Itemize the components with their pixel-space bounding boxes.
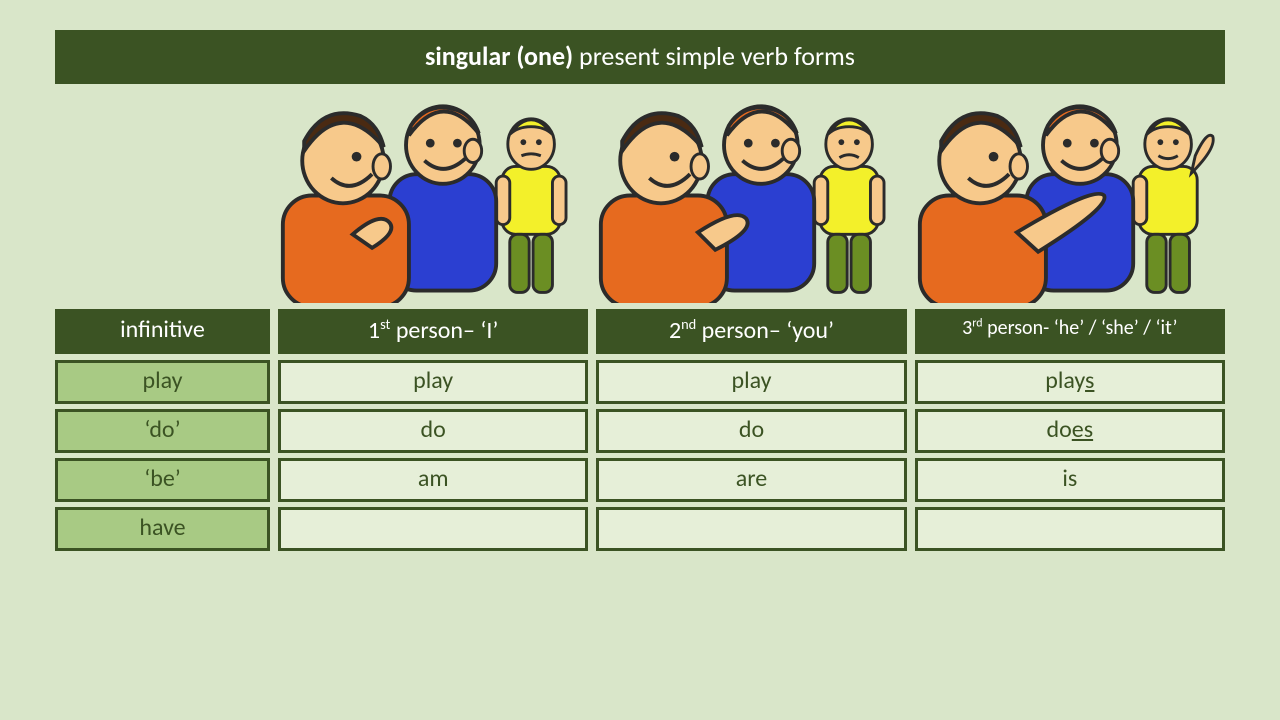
ord: 2 (669, 316, 681, 345)
header-3rd-person: 3rd person- ‘he’ / ‘she’ / ‘it’ (915, 309, 1225, 354)
people-trio-icon (915, 88, 1225, 303)
ord: 1 (368, 316, 380, 345)
verb-table: play play play plays ‘do’ do do does ‘be… (55, 360, 1225, 551)
header-infinitive: infinitive (55, 309, 270, 354)
sup: nd (681, 315, 696, 333)
cell-infinitive: have (55, 507, 270, 551)
illustration-row (55, 88, 1225, 303)
cell-1st: do (278, 409, 588, 453)
ord: 3 (962, 316, 972, 340)
cell-3rd: plays (915, 360, 1225, 404)
cell-infinitive: ‘be’ (55, 458, 270, 502)
cell-3rd (915, 507, 1225, 551)
cell-3rd: is (915, 458, 1225, 502)
cell-infinitive: ‘do’ (55, 409, 270, 453)
illustration-3rd-person (915, 88, 1225, 303)
table-row: ‘be’ am are is (55, 458, 1225, 502)
people-trio-icon (596, 88, 906, 303)
pre: play (1045, 366, 1085, 395)
tail: person– ‘you’ (696, 316, 834, 345)
column-headers: infinitive 1st person– ‘I’ 2nd person– ‘… (55, 309, 1225, 354)
cell-2nd: play (596, 360, 906, 404)
cell-3rd: does (915, 409, 1225, 453)
cell-2nd (596, 507, 906, 551)
table-row: ‘do’ do do does (55, 409, 1225, 453)
header-2nd-person: 2nd person– ‘you’ (596, 309, 906, 354)
tail: person- ‘he’ / ‘she’ / ‘it’ (983, 316, 1178, 340)
cell-1st: am (278, 458, 588, 502)
sup: st (380, 315, 390, 333)
title-rest: present simple verb forms (573, 40, 855, 72)
title-bar: singular (one) present simple verb forms (55, 30, 1225, 84)
people-trio-icon (278, 88, 588, 303)
table-row: have (55, 507, 1225, 551)
cell-1st: play (278, 360, 588, 404)
pre: is (1062, 464, 1077, 493)
cell-1st (278, 507, 588, 551)
tail: person– ‘I’ (390, 316, 498, 345)
illustration-spacer (55, 88, 270, 303)
header-1st-person: 1st person– ‘I’ (278, 309, 588, 354)
cell-2nd: do (596, 409, 906, 453)
pre: do (1047, 415, 1072, 444)
illustration-1st-person (278, 88, 588, 303)
cell-2nd: are (596, 458, 906, 502)
underline: s (1085, 366, 1094, 395)
underline: es (1072, 415, 1093, 444)
sup: rd (972, 316, 982, 330)
cell-infinitive: play (55, 360, 270, 404)
table-row: play play play plays (55, 360, 1225, 404)
title-bold: singular (one) (425, 40, 573, 72)
illustration-2nd-person (596, 88, 906, 303)
